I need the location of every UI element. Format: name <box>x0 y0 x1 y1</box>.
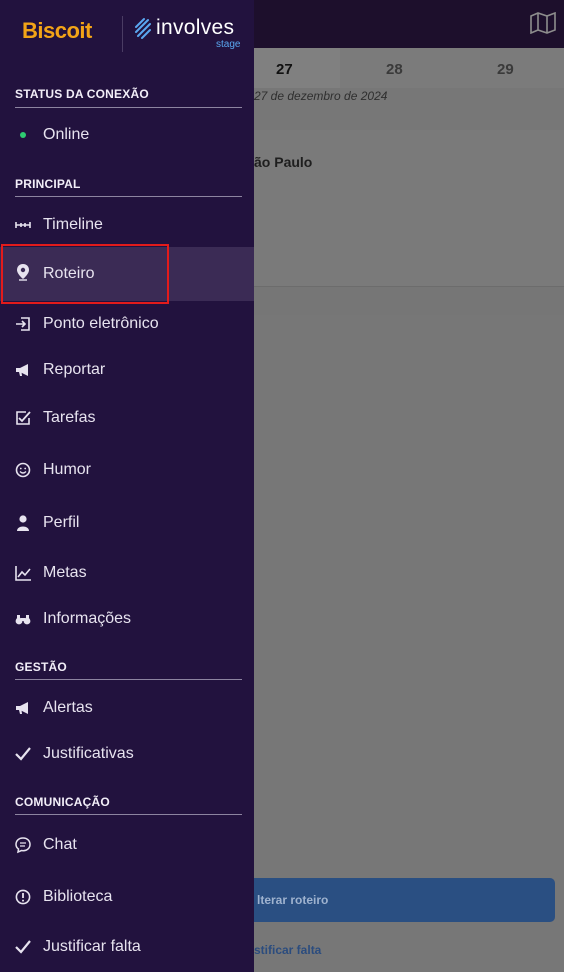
menu-item-alertas[interactable]: Alertas <box>0 688 254 728</box>
menu-item-label: Reportar <box>43 361 106 378</box>
section-divider <box>15 196 242 197</box>
status-online-item: Online <box>0 115 254 155</box>
menu-item-label: Justificar falta <box>43 938 141 955</box>
involves-logo-text: involves <box>156 16 235 39</box>
biscoit-logo: Biscoit <box>22 18 92 43</box>
chat-icon <box>15 837 31 854</box>
menu-item-label: Justificativas <box>43 745 134 762</box>
alterar-roteiro-button[interactable]: lterar roteiro <box>254 878 555 922</box>
menu-item-label: Chat <box>43 836 77 853</box>
user-icon <box>17 515 29 531</box>
map-icon[interactable] <box>530 12 556 34</box>
section-gestao: GESTÃO <box>15 660 67 674</box>
roteiro-highlight-box <box>1 244 169 304</box>
involves-logo-icon <box>135 18 151 39</box>
justificar-falta-link[interactable]: stificar falta <box>254 943 321 957</box>
menu-item-timeline[interactable]: Timeline <box>0 205 254 245</box>
selected-date-text: 27 de dezembro de 2024 <box>254 89 388 103</box>
route-location-title: ão Paulo <box>254 154 313 170</box>
day-27[interactable]: 27 <box>276 61 293 78</box>
menu-item-ponto-eletronico[interactable]: Ponto eletrônico <box>0 304 254 344</box>
day-29[interactable]: 29 <box>497 61 514 78</box>
section-principal: PRINCIPAL <box>15 177 81 191</box>
menu-item-label: Tarefas <box>43 409 96 426</box>
alterar-roteiro-label: lterar roteiro <box>257 893 329 907</box>
day-28[interactable]: 28 <box>386 61 403 78</box>
menu-item-justificativas[interactable]: Justificativas <box>0 734 254 774</box>
stage-label: stage <box>216 39 241 50</box>
chart-line-icon <box>15 566 31 581</box>
status-online-label: Online <box>43 126 90 143</box>
section-comunicacao: COMUNICAÇÃO <box>15 795 110 809</box>
check-icon <box>15 940 31 954</box>
smile-icon <box>15 462 31 478</box>
section-divider <box>15 107 242 108</box>
sign-in-icon <box>16 317 30 331</box>
megaphone-icon <box>16 364 28 376</box>
brand-header: Biscoit involves stage <box>0 0 254 66</box>
section-divider <box>15 679 242 680</box>
navigation-drawer: Biscoit involves stage STATUS DA CONEXÃO… <box>0 0 254 972</box>
menu-item-humor[interactable]: Humor <box>0 450 254 490</box>
menu-item-label: Perfil <box>43 514 80 531</box>
binoculars-icon <box>15 615 31 625</box>
menu-item-label: Metas <box>43 564 87 581</box>
brand-divider <box>122 16 123 52</box>
menu-item-label: Ponto eletrônico <box>43 315 159 332</box>
megaphone-icon <box>16 702 28 714</box>
menu-item-label: Humor <box>43 461 92 478</box>
section-divider <box>15 814 242 815</box>
menu-item-label: Alertas <box>43 699 93 716</box>
menu-item-tarefas[interactable]: Tarefas <box>0 398 254 438</box>
menu-item-metas[interactable]: Metas <box>0 553 254 593</box>
timeline-icon <box>15 222 31 228</box>
menu-item-informacoes[interactable]: Informações <box>0 599 254 639</box>
menu-item-label: Timeline <box>43 216 103 233</box>
menu-item-biblioteca[interactable]: Biblioteca <box>0 877 254 917</box>
menu-item-label: Biblioteca <box>43 888 113 905</box>
selected-day-bg <box>254 48 340 88</box>
menu-item-justificar-falta[interactable]: Justificar falta <box>0 927 254 967</box>
menu-item-chat[interactable]: Chat <box>0 825 254 865</box>
checkbox-edit-icon <box>16 411 31 425</box>
menu-item-reportar[interactable]: Reportar <box>0 350 254 390</box>
check-icon <box>15 747 31 761</box>
online-dot-icon <box>20 132 26 138</box>
menu-item-perfil[interactable]: Perfil <box>0 503 254 543</box>
route-card-footer <box>254 286 564 315</box>
info-circle-icon <box>15 889 31 905</box>
menu-item-label: Informações <box>43 610 132 627</box>
section-status: STATUS DA CONEXÃO <box>15 87 149 101</box>
